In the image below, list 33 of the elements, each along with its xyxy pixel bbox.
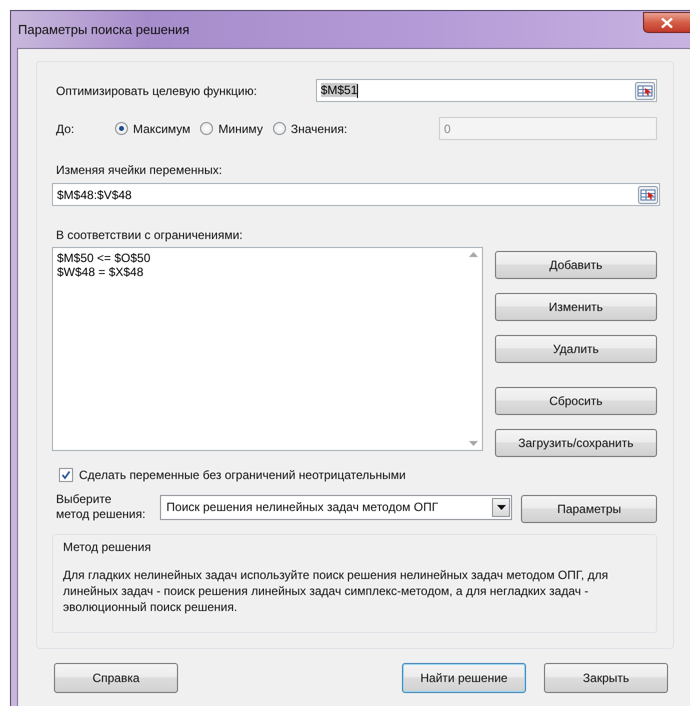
close-icon — [661, 18, 673, 28]
field-label: В соответствии с ограничениями: — [55, 228, 244, 242]
dialog-button[interactable]: Изменить — [494, 293, 657, 321]
method-dropdown[interactable]: Поиск решения нелинейных задач методом ОПГ — [160, 494, 512, 520]
input-field[interactable]: $M$48:$V$48 — [52, 183, 660, 206]
range-select-icon[interactable] — [635, 82, 655, 100]
options-button[interactable]: Параметры — [521, 495, 657, 523]
group-title: Метод решения — [63, 540, 152, 554]
constraint-list[interactable]: $M$50 <= $O$50 $W$48 = $X$48 — [52, 247, 483, 451]
field-label: До: — [55, 122, 76, 136]
field-label: Изменяя ячейки переменных: — [55, 163, 224, 177]
description-text: Для гладких нелинейных задач используйте поиск решения нелинейных задач методом ОПГ, для линейных задач - поиск решения линейных задач симплекс-методом, а для негладких задач - эволюционный поиск решения. — [63, 567, 610, 615]
list-item[interactable]: $M$50 <= $O$50 — [57, 251, 461, 265]
dialog-button[interactable]: Сбросить — [494, 387, 657, 415]
radio-option[interactable]: Максимум — [115, 122, 190, 136]
input-field[interactable]: $M$51 — [316, 79, 657, 102]
checkmark-icon — [61, 470, 71, 480]
dialog-button[interactable]: Загрузить/сохранить — [494, 429, 657, 457]
dialog-button[interactable]: Удалить — [494, 335, 657, 363]
caret-icon — [496, 504, 506, 510]
field-label: Оптимизировать целевую функцию: — [55, 84, 258, 98]
field-label: Выберите метод решения: — [55, 492, 146, 522]
list-item[interactable]: $W$48 = $X$48 — [57, 265, 461, 279]
radio-option[interactable]: Миниму — [200, 122, 263, 136]
radio-option[interactable]: Значения: — [272, 122, 348, 136]
dialog-button[interactable]: Закрыть — [544, 663, 668, 693]
window-title: Параметры поиска решения — [17, 22, 190, 37]
checkbox[interactable]: Сделать переменные без ограничений неотрицательными — [59, 468, 406, 482]
dialog-button[interactable]: Найти решение — [402, 663, 526, 693]
dialog-button[interactable]: Справка — [54, 663, 178, 693]
dialog-button[interactable]: Добавить — [494, 251, 657, 279]
range-select-icon[interactable] — [638, 186, 658, 204]
close-button[interactable] — [643, 12, 690, 33]
